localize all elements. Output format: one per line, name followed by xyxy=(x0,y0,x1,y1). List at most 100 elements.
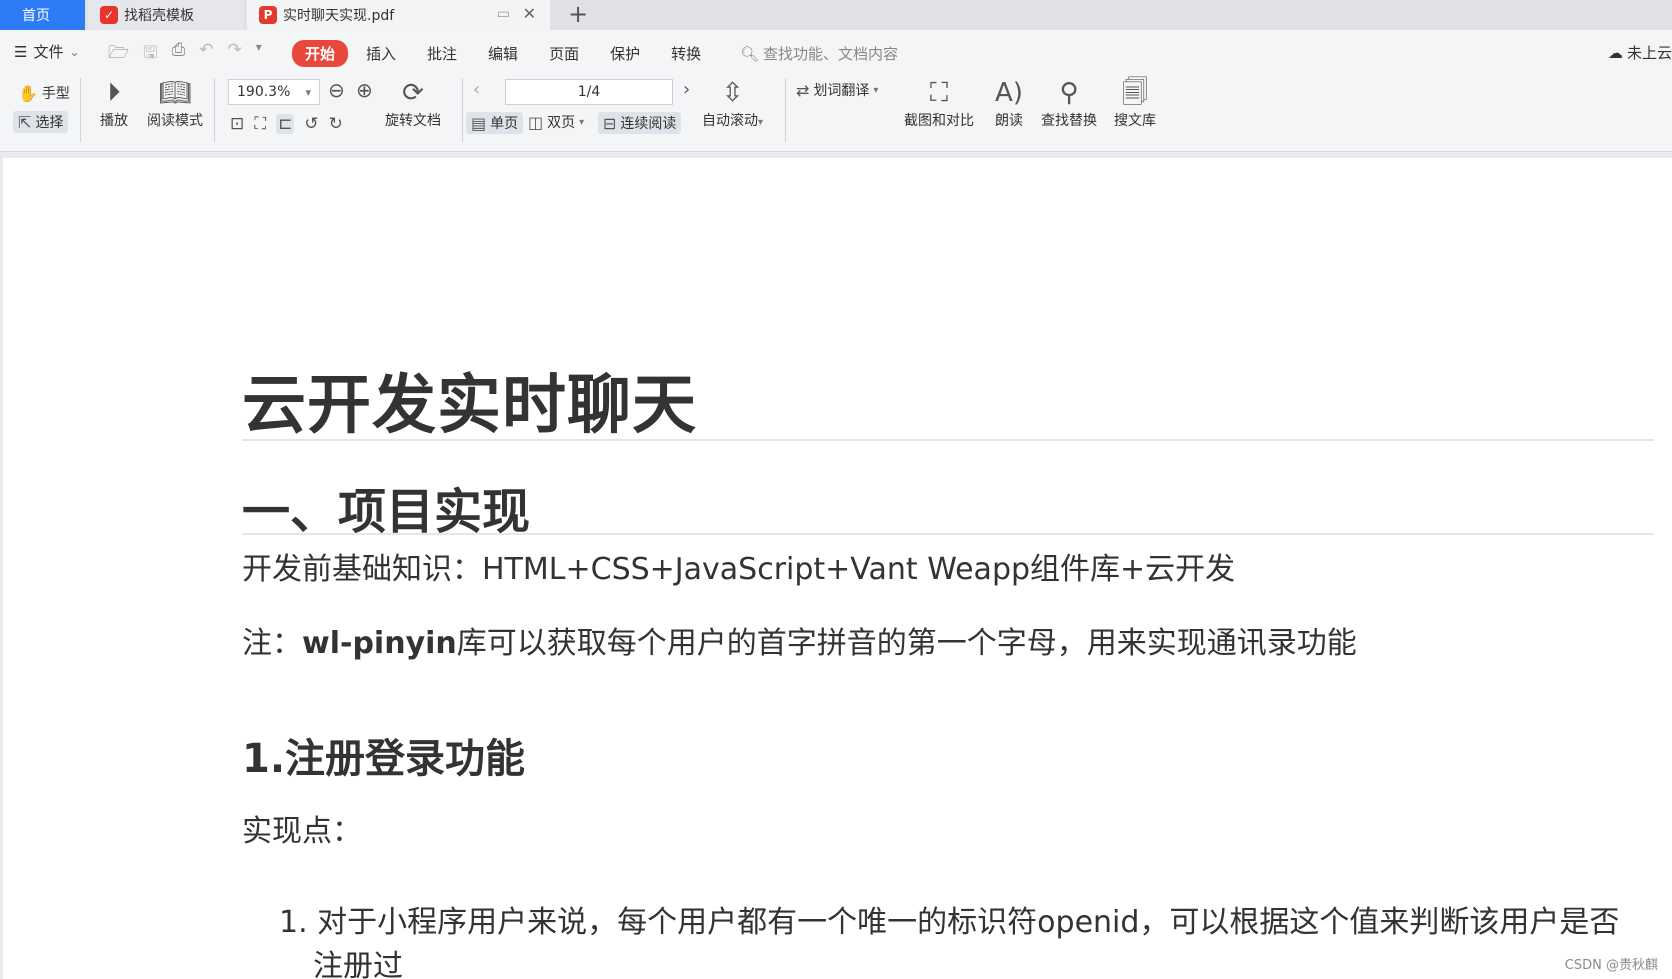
search-library-button[interactable]: 🗐 搜文库 xyxy=(1114,76,1156,130)
menu-tab-edit[interactable]: 编辑 xyxy=(475,40,531,67)
rotate-document-label: 旋转文档 xyxy=(385,113,441,129)
note-paragraph: 注：wl-pinyin库可以获取每个用户的首字拼音的第一个字母，用来实现通讯录功… xyxy=(242,618,1357,662)
rotate-document-button[interactable]: ⟳ 旋转文档 xyxy=(385,76,441,130)
close-tab-icon[interactable]: ✕ xyxy=(523,4,536,23)
menu-tab-protect[interactable]: 保护 xyxy=(597,40,653,67)
file-menu-label: 文件 xyxy=(33,43,64,61)
fit-page-icon[interactable]: ⛶ xyxy=(254,114,266,134)
hamburger-icon: ☰ xyxy=(14,42,28,61)
tab-bar: 首页 ✓ 找稻壳模板 P 实时聊天实现.pdf ▭ ✕ + xyxy=(0,0,1672,30)
heading-project-implementation: 一、项目实现 xyxy=(242,484,531,540)
prerequisites-paragraph: 开发前基础知识：HTML+CSS+JavaScript+Vant Weapp组件… xyxy=(242,552,1236,587)
menu-tab-page[interactable]: 页面 xyxy=(536,40,592,67)
tab-home-label: 首页 xyxy=(22,8,50,24)
menu-tab-annotate[interactable]: 批注 xyxy=(414,40,470,67)
zoom-in-icon[interactable]: ⊕ xyxy=(356,78,373,102)
quick-access: 🗁 🖫 ⎙ ↶ ↷ ▾ xyxy=(108,40,262,69)
docer-logo-icon: ✓ xyxy=(100,6,118,24)
play-button[interactable]: ⏵ 播放 xyxy=(100,76,128,130)
search-library-label: 搜文库 xyxy=(1114,113,1156,129)
zoom-out-icon[interactable]: ⊖ xyxy=(328,78,345,102)
double-page-icon: ◫ xyxy=(528,112,544,132)
book-icon: 📖︎ xyxy=(158,78,192,108)
heading-underline xyxy=(242,533,1654,535)
tab-template[interactable]: ✓ 找稻壳模板 xyxy=(88,0,243,30)
open-folder-icon[interactable]: 🗁 xyxy=(108,40,129,69)
read-mode-button[interactable]: 📖︎ 阅读模式 xyxy=(147,76,203,130)
screenshot-compare-button[interactable]: ⛶ 截图和对比 xyxy=(904,76,974,130)
hand-tool[interactable]: ✋ 手型 xyxy=(18,83,70,103)
watermark: CSDN @贵秋麒 xyxy=(1564,958,1658,973)
hand-tool-label: 手型 xyxy=(41,86,70,102)
read-mode-label: 阅读模式 xyxy=(147,113,203,129)
save-icon[interactable]: 🖫 xyxy=(143,40,157,69)
rotate-left-icon[interactable]: ↺ xyxy=(304,114,318,134)
divider xyxy=(214,78,215,142)
list-item: 1. 对于小程序用户来说，每个用户都有一个唯一的标识符openid，可以根据这个… xyxy=(279,897,1619,941)
redo-icon[interactable]: ↷ xyxy=(227,40,241,69)
single-page-label: 单页 xyxy=(490,116,519,132)
page-input[interactable]: 1/4 xyxy=(505,79,673,105)
tab-pdf[interactable]: P 实时聊天实现.pdf ▭ ✕ xyxy=(247,0,550,30)
float-window-icon[interactable]: ▭ xyxy=(497,6,510,22)
points-label: 实现点： xyxy=(242,814,362,849)
page-indicator: 1/4 xyxy=(577,84,601,100)
list-item-continuation: 注册过 xyxy=(313,949,403,979)
select-tool-label: 选择 xyxy=(35,115,64,131)
zoom-select[interactable]: 190.3% ▾ xyxy=(228,79,320,105)
continuous-read-button[interactable]: ⊟ 连续阅读 xyxy=(598,112,682,134)
more-icon[interactable]: ▾ xyxy=(256,40,262,69)
ribbon-toolbar: ✋ 手型 ⇱ 选择 ⏵ 播放 📖︎ 阅读模式 190.3% ▾ ⊖ ⊕ ⊡ ⛶ … xyxy=(0,70,1672,152)
rotate-document-icon: ⟳ xyxy=(402,78,424,108)
actual-size-icon[interactable]: ⊡ xyxy=(230,114,244,134)
menu-tab-insert[interactable]: 插入 xyxy=(353,40,409,67)
next-page-icon[interactable]: › xyxy=(683,79,690,100)
chevron-down-icon: ⌄ xyxy=(69,44,80,59)
undo-icon[interactable]: ↶ xyxy=(199,40,213,69)
menu-tabs: 开始 插入 批注 编辑 页面 保护 转换 xyxy=(292,40,719,67)
auto-scroll-label: 自动滚动▾ xyxy=(702,113,764,129)
translate-button[interactable]: ⇄ 划词翻译 ▾ xyxy=(796,80,878,100)
print-icon[interactable]: ⎙ xyxy=(172,40,186,69)
play-label: 播放 xyxy=(100,113,128,129)
double-page-button[interactable]: ◫ 双页 ▾ xyxy=(528,112,584,132)
file-menu[interactable]: ☰ 文件 ⌄ xyxy=(14,41,80,62)
divider xyxy=(462,78,463,142)
rotate-right-icon[interactable]: ↻ xyxy=(329,114,343,134)
single-page-icon: ▤ xyxy=(471,113,487,133)
divider xyxy=(80,78,81,142)
document-viewport[interactable]: 云开发实时聊天 一、项目实现 开发前基础知识：HTML+CSS+JavaScri… xyxy=(0,153,1672,979)
translate-label: 划词翻译 xyxy=(813,83,870,99)
add-tab-button[interactable]: + xyxy=(568,1,588,27)
heading-register-login: 1.注册登录功能 xyxy=(242,736,526,782)
auto-scroll-button[interactable]: ⇳ 自动滚动▾ xyxy=(702,76,763,130)
continuous-read-label: 连续阅读 xyxy=(620,116,677,132)
cloud-status-label: 未上云 xyxy=(1627,44,1672,62)
cloud-status[interactable]: ☁ 未上云 xyxy=(1608,42,1672,63)
feature-search[interactable]: 🔍︎ 查找功能、文档内容 xyxy=(740,43,898,64)
find-replace-button[interactable]: ⚲ 查找替换 xyxy=(1041,76,1097,130)
note-library-name: wl-pinyin xyxy=(302,626,457,661)
title-underline xyxy=(242,439,1654,441)
screenshot-compare-label: 截图和对比 xyxy=(904,113,974,129)
select-tool[interactable]: ⇱ 选择 xyxy=(13,111,69,133)
prev-page-icon[interactable]: ‹ xyxy=(473,79,480,100)
list-number: 1. xyxy=(279,905,308,940)
search-icon: 🔍︎ xyxy=(740,44,760,63)
cloud-icon: ☁ xyxy=(1608,43,1623,62)
fit-width-icon[interactable]: ⊏ xyxy=(276,114,295,134)
single-page-button[interactable]: ▤ 单页 xyxy=(466,112,524,134)
menu-tab-convert[interactable]: 转换 xyxy=(658,40,714,67)
tab-home[interactable]: 首页 xyxy=(0,0,85,30)
find-replace-label: 查找替换 xyxy=(1041,113,1097,129)
list-item-text: 对于小程序用户来说，每个用户都有一个唯一的标识符openid，可以根据这个值来判… xyxy=(317,905,1620,940)
play-icon: ⏵ xyxy=(107,78,121,108)
translate-icon: ⇄ xyxy=(796,80,810,100)
pdf-icon: P xyxy=(259,6,277,24)
menu-tab-start[interactable]: 开始 xyxy=(292,40,349,67)
read-aloud-button[interactable]: A) 朗读 xyxy=(995,76,1023,130)
magnifier-icon: ⚲ xyxy=(1059,78,1079,108)
chevron-down-icon: ▾ xyxy=(873,84,879,96)
tab-pdf-label: 实时聊天实现.pdf xyxy=(283,8,395,24)
read-aloud-label: 朗读 xyxy=(995,113,1023,129)
